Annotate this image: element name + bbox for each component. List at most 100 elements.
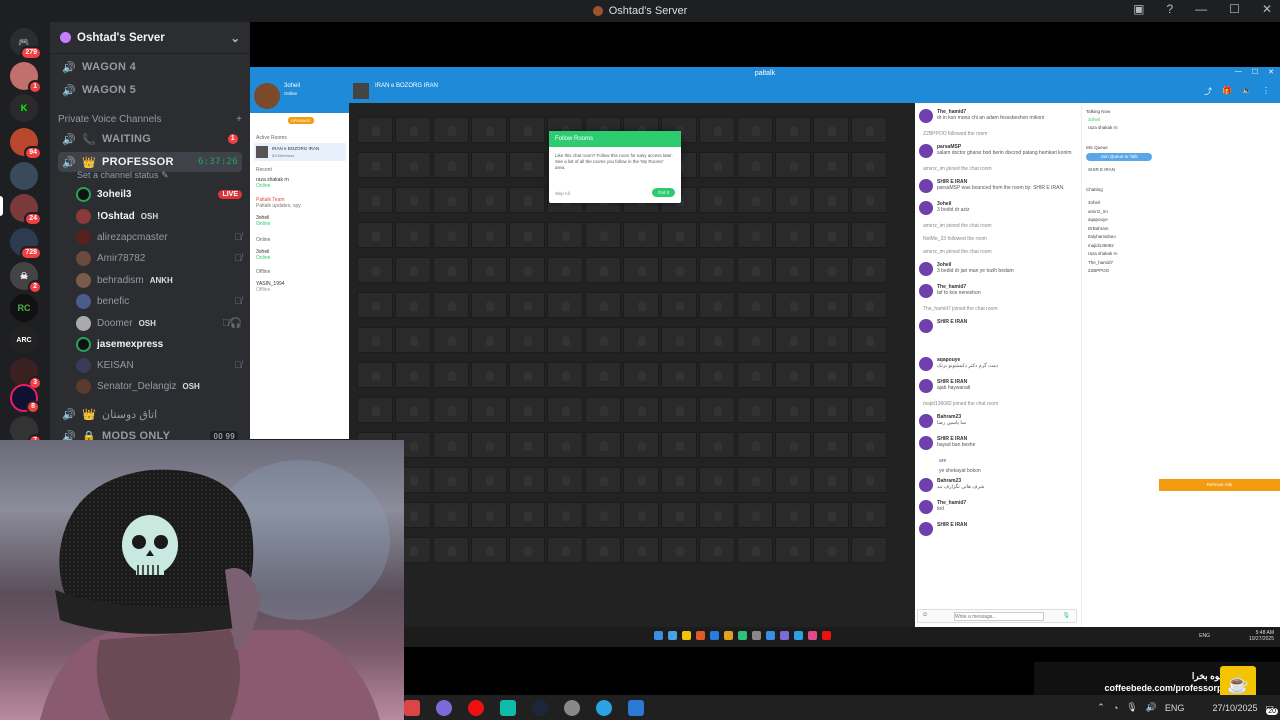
video-tile[interactable] xyxy=(433,432,469,458)
video-tile[interactable] xyxy=(851,502,887,528)
close-button[interactable]: ✕ xyxy=(1268,68,1274,76)
chat-message[interactable]: SHIR E IRAN ajab haywanati xyxy=(919,379,1077,393)
video-tile[interactable] xyxy=(395,187,431,213)
video-tile[interactable] xyxy=(699,187,735,213)
video-tile[interactable] xyxy=(585,257,621,283)
maximize-button[interactable]: ☐ xyxy=(1229,2,1240,16)
help-icon[interactable]: ? xyxy=(1166,2,1173,16)
video-tile[interactable] xyxy=(471,292,507,318)
video-tile[interactable] xyxy=(851,187,887,213)
chat-message[interactable]: SHIR E IRAN parsaMSP was bounced from the… xyxy=(919,179,1077,193)
server-icon-10[interactable]: 3 xyxy=(10,358,42,390)
video-tile[interactable] xyxy=(737,292,773,318)
video-tile[interactable] xyxy=(661,537,697,563)
video-tile[interactable] xyxy=(699,467,735,493)
recent-item[interactable]: Paltalk Team Paltalk updates, spy xyxy=(256,197,301,209)
minimize-button[interactable]: — xyxy=(1235,68,1242,76)
video-tile[interactable] xyxy=(661,257,697,283)
taskbar-app-icon[interactable] xyxy=(794,631,803,640)
close-button[interactable]: ✕ xyxy=(1262,2,1272,16)
video-tile[interactable] xyxy=(395,222,431,248)
video-tile[interactable] xyxy=(509,117,545,143)
video-tile[interactable] xyxy=(699,432,735,458)
video-tile[interactable] xyxy=(775,152,811,178)
video-tile[interactable] xyxy=(851,467,887,493)
video-tile[interactable] xyxy=(623,222,659,248)
steam-icon[interactable] xyxy=(532,699,548,716)
video-tile[interactable] xyxy=(851,117,887,143)
remove-ads-bar[interactable]: Remove Ads xyxy=(1159,479,1280,491)
chatter-name[interactable]: raza shakak rn xyxy=(1088,250,1118,259)
video-tile[interactable] xyxy=(509,397,545,423)
video-tile[interactable] xyxy=(661,222,697,248)
video-tile[interactable] xyxy=(509,432,545,458)
app-icon[interactable] xyxy=(564,699,580,716)
video-tile[interactable] xyxy=(737,257,773,283)
voice-member[interactable]: Amir78782 🎙̸ xyxy=(76,248,242,268)
notification-icon[interactable]: ▭ 20 xyxy=(1265,702,1278,715)
video-tile[interactable] xyxy=(661,362,697,388)
channel-status[interactable]: Set a channel status ✎ xyxy=(77,170,169,181)
wifi-icon[interactable]: ◔ xyxy=(1113,703,1118,713)
video-tile[interactable] xyxy=(623,467,659,493)
chatter-name[interactable]: Z2BPPOO xyxy=(1088,267,1118,276)
opera-icon[interactable] xyxy=(468,699,484,716)
chatter-name[interactable]: DrBahram xyxy=(1088,225,1118,234)
video-tile[interactable] xyxy=(775,397,811,423)
video-tile[interactable] xyxy=(623,397,659,423)
video-tile[interactable] xyxy=(509,362,545,388)
queue-user[interactable]: SHIR E IRAN xyxy=(1088,167,1115,172)
chatter-name[interactable]: majid136082 xyxy=(1088,242,1118,251)
voice-member[interactable]: benefic 🎙̸ xyxy=(76,291,242,311)
voice-member[interactable]: KEISAN 🎙̸ xyxy=(76,355,242,375)
video-tile[interactable] xyxy=(623,327,659,353)
minimize-button[interactable]: — xyxy=(1195,2,1207,16)
video-tile[interactable] xyxy=(775,327,811,353)
chatter-name[interactable]: 3oheil xyxy=(1088,199,1118,208)
video-tile[interactable] xyxy=(813,152,849,178)
video-tile[interactable] xyxy=(357,117,393,143)
video-tile[interactable] xyxy=(851,152,887,178)
video-tile[interactable] xyxy=(471,222,507,248)
video-tile[interactable] xyxy=(737,187,773,213)
video-tile[interactable] xyxy=(547,432,583,458)
taskbar-app-icon[interactable] xyxy=(780,631,789,640)
video-tile[interactable] xyxy=(775,467,811,493)
video-tile[interactable] xyxy=(813,222,849,248)
gift-icon[interactable]: 🎁 xyxy=(1222,86,1232,97)
video-tile[interactable] xyxy=(471,117,507,143)
video-tile[interactable] xyxy=(813,327,849,353)
video-tile[interactable] xyxy=(775,222,811,248)
video-tile[interactable] xyxy=(357,327,393,353)
video-tile[interactable] xyxy=(471,257,507,283)
inbox-icon[interactable]: ▣ xyxy=(1133,2,1144,16)
online-item[interactable]: 3oheil Online xyxy=(256,249,270,261)
video-tile[interactable] xyxy=(547,502,583,528)
message-input[interactable] xyxy=(954,612,1044,621)
taskbar-app-icon[interactable] xyxy=(808,631,817,640)
server-icon-2[interactable]: K xyxy=(10,94,38,122)
voice-member[interactable]: Senator_Delangiz OSH xyxy=(76,376,242,396)
video-tile[interactable] xyxy=(737,362,773,388)
video-tile[interactable] xyxy=(813,537,849,563)
video-tile[interactable] xyxy=(813,257,849,283)
emoji-icon[interactable]: ☺ xyxy=(922,612,928,618)
server-icon-9[interactable]: ARC xyxy=(10,326,38,354)
chat-message[interactable]: Bahram23 سا یاسین رضا xyxy=(919,414,1077,428)
maximize-button[interactable]: ☐ xyxy=(1252,68,1258,76)
video-tile[interactable] xyxy=(623,432,659,458)
video-tile[interactable] xyxy=(433,362,469,388)
video-tile[interactable] xyxy=(737,222,773,248)
video-tile[interactable] xyxy=(585,327,621,353)
video-tile[interactable] xyxy=(547,292,583,318)
video-tile[interactable] xyxy=(433,257,469,283)
video-tile[interactable] xyxy=(851,362,887,388)
video-tile[interactable] xyxy=(395,362,431,388)
video-tile[interactable] xyxy=(775,117,811,143)
mic-icon[interactable]: 🎙 xyxy=(1062,612,1070,619)
dm-button[interactable]: 🎮 279 xyxy=(10,28,42,60)
mic-icon[interactable]: 🎙 xyxy=(1126,702,1137,713)
video-tile[interactable] xyxy=(585,222,621,248)
server-icon-7[interactable]: ☠ 2 xyxy=(10,262,42,294)
voice-member[interactable]: alirezapcmaster 🎙̸ xyxy=(76,227,242,247)
